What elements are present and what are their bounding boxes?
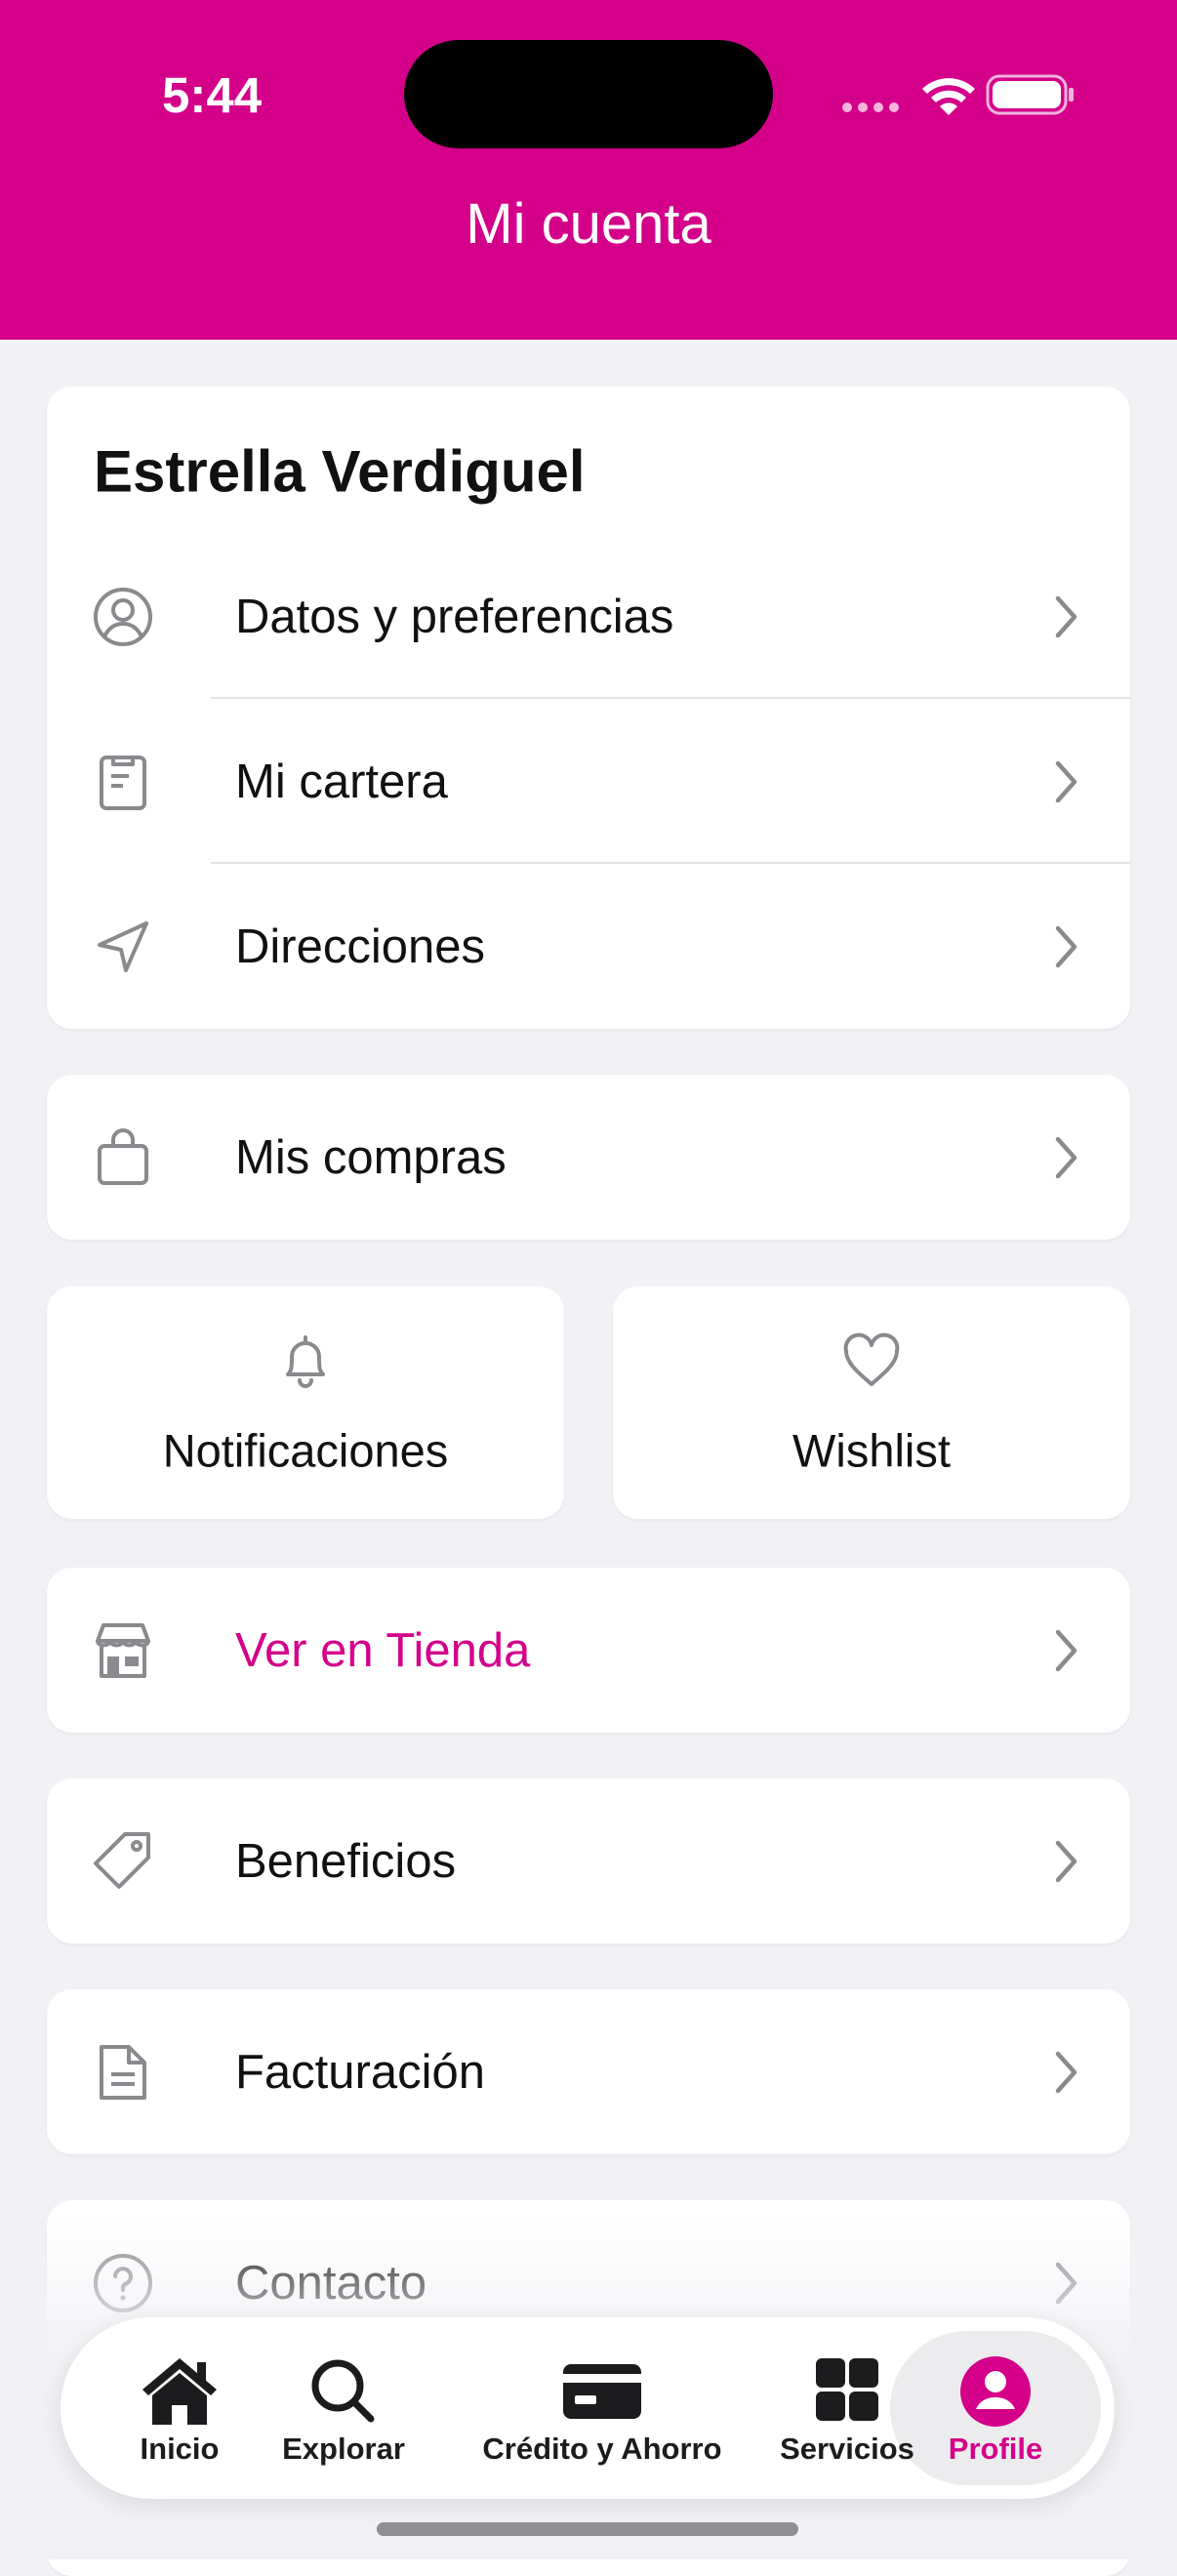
- chevron-right-icon: [1046, 920, 1085, 973]
- credit-card-icon: [561, 2352, 643, 2431]
- ver-en-tienda-row[interactable]: Ver en Tienda: [47, 1568, 1130, 1733]
- chevron-right-icon: [1046, 1624, 1085, 1677]
- wallet-card-icon: [90, 749, 156, 815]
- tab-profile[interactable]: Profile: [929, 2317, 1062, 2499]
- dynamic-island: [404, 40, 773, 148]
- tab-credito-ahorro[interactable]: Crédito y Ahorro: [451, 2317, 753, 2499]
- tab-bar: Inicio Explorar Crédito y Ahorro Servici…: [61, 2317, 1115, 2499]
- chevron-right-icon: [1046, 756, 1085, 808]
- mis-compras-label: Mis compras: [235, 1130, 507, 1184]
- user-name: Estrella Verdiguel: [94, 438, 586, 505]
- mi-cartera-label: Mi cartera: [235, 755, 448, 808]
- tab-servicios[interactable]: Servicios: [759, 2317, 935, 2499]
- account-card: Estrella Verdiguel Datos y preferencias …: [47, 387, 1130, 1029]
- ver-en-tienda-card: Ver en Tienda: [47, 1568, 1130, 1733]
- notificaciones-tile[interactable]: Notificaciones: [47, 1287, 564, 1519]
- page-title: Mi cuenta: [466, 192, 711, 256]
- tag-icon: [90, 1828, 156, 1895]
- facturacion-card: Facturación: [47, 1989, 1130, 2154]
- user-circle-icon: [90, 584, 156, 650]
- tab-explorar[interactable]: Explorar: [274, 2317, 413, 2499]
- navigation-arrow-icon: [90, 914, 156, 980]
- beneficios-label: Beneficios: [235, 1834, 457, 1888]
- beneficios-row[interactable]: Beneficios: [47, 1779, 1130, 1943]
- datos-preferencias-row[interactable]: Datos y preferencias: [47, 534, 1130, 699]
- grid-icon: [806, 2352, 888, 2431]
- profile-icon: [954, 2352, 1036, 2431]
- facturacion-row[interactable]: Facturación: [47, 1989, 1130, 2154]
- home-indicator[interactable]: [377, 2522, 798, 2536]
- mis-compras-row[interactable]: Mis compras: [47, 1075, 1130, 1240]
- direcciones-label: Direcciones: [235, 920, 485, 973]
- store-icon: [90, 1617, 156, 1684]
- tab-inicio[interactable]: Inicio: [121, 2317, 238, 2499]
- battery-icon: [986, 74, 1074, 115]
- chevron-right-icon: [1046, 2257, 1085, 2310]
- tab-credito-ahorro-label: Crédito y Ahorro: [482, 2432, 722, 2466]
- signal-dots-icon: [842, 102, 899, 112]
- status-time: 5:44: [162, 67, 263, 123]
- wifi-icon: [922, 78, 975, 115]
- wishlist-label: Wishlist: [792, 1424, 951, 1477]
- status-icons: [841, 70, 1076, 119]
- home-icon: [139, 2352, 221, 2431]
- search-icon: [303, 2352, 385, 2431]
- shopping-bag-icon: [90, 1124, 156, 1191]
- heart-icon: [838, 1328, 905, 1394]
- tab-inicio-label: Inicio: [140, 2432, 220, 2466]
- chevron-right-icon: [1046, 1835, 1085, 1888]
- document-icon: [90, 2039, 156, 2106]
- chevron-right-icon: [1046, 591, 1085, 643]
- ver-en-tienda-label: Ver en Tienda: [235, 1623, 531, 1677]
- chevron-right-icon: [1046, 2046, 1085, 2099]
- mis-compras-card: Mis compras: [47, 1075, 1130, 1240]
- wishlist-tile[interactable]: Wishlist: [613, 1287, 1130, 1519]
- question-circle-icon: [90, 2250, 156, 2316]
- beneficios-card: Beneficios: [47, 1779, 1130, 1943]
- tab-explorar-label: Explorar: [282, 2432, 405, 2466]
- tab-profile-label: Profile: [948, 2432, 1043, 2466]
- app-header: 5:44 Mi cuenta: [0, 0, 1177, 340]
- tab-servicios-label: Servicios: [780, 2432, 914, 2466]
- bell-icon: [272, 1328, 339, 1394]
- datos-preferencias-label: Datos y preferencias: [235, 590, 674, 643]
- chevron-right-icon: [1046, 1131, 1085, 1184]
- mi-cartera-row[interactable]: Mi cartera: [47, 699, 1130, 864]
- contacto-label: Contacto: [235, 2256, 427, 2310]
- direcciones-row[interactable]: Direcciones: [47, 864, 1130, 1029]
- notificaciones-label: Notificaciones: [162, 1424, 449, 1477]
- facturacion-label: Facturación: [235, 2045, 486, 2099]
